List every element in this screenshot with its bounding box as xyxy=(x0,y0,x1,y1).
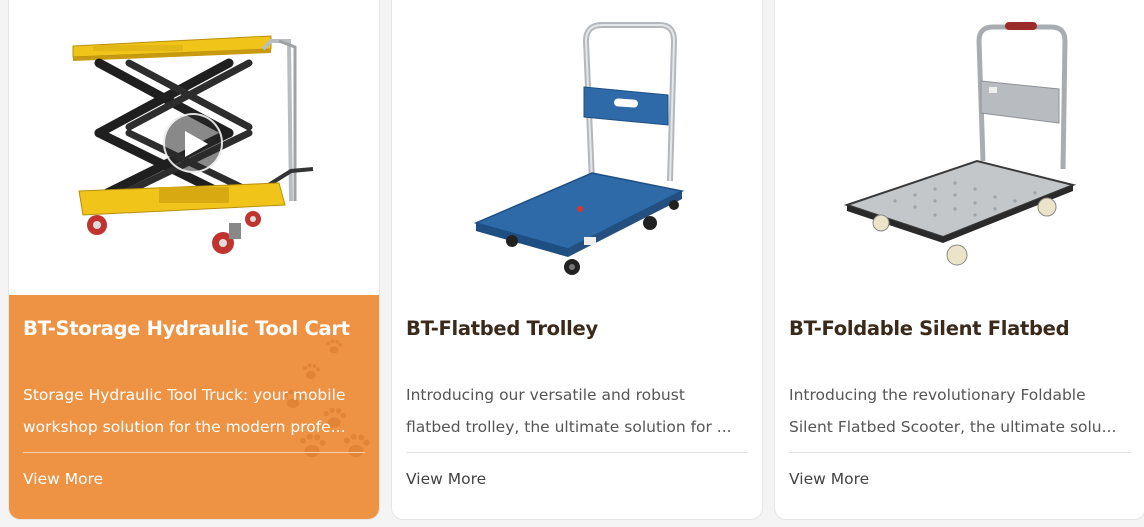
product-image-hydraulic-cart[interactable] xyxy=(9,1,379,285)
product-image-foldable-flatbed[interactable] xyxy=(775,1,1144,285)
divider xyxy=(23,452,365,453)
divider xyxy=(789,452,1131,453)
desc-line-2: Silent Flatbed Scooter, the ultimate sol… xyxy=(789,418,1117,436)
foldable-flatbed-illustration xyxy=(843,22,1077,266)
flatbed-trolley-illustration xyxy=(473,22,685,275)
desc-line-1: Introducing the revolutionary Foldable xyxy=(789,386,1086,404)
card-description: Introducing our versatile and robust fla… xyxy=(406,379,736,443)
card-description: Introducing the revolutionary Foldable S… xyxy=(789,379,1119,443)
card-body: BT-Storage Hydraulic Tool Cart Storage H… xyxy=(9,295,379,519)
divider xyxy=(406,452,748,453)
product-card-foldable-silent-flatbed[interactable]: BT-Foldable Silent Flatbed Introducing t… xyxy=(774,0,1144,520)
product-card-flatbed-trolley[interactable]: BT-Flatbed Trolley Introducing our versa… xyxy=(391,0,763,520)
desc-line-2: workshop solution for the modern profe..… xyxy=(23,418,346,436)
product-card-hydraulic-tool-cart[interactable]: BT-Storage Hydraulic Tool Cart Storage H… xyxy=(8,0,380,520)
view-more-link[interactable]: View More xyxy=(789,470,869,488)
card-body: BT-Foldable Silent Flatbed Introducing t… xyxy=(775,295,1144,519)
play-video-button[interactable] xyxy=(163,113,223,173)
view-more-link[interactable]: View More xyxy=(23,470,103,488)
desc-line-2: flatbed trolley, the ultimate solution f… xyxy=(406,418,732,436)
desc-line-1: Storage Hydraulic Tool Truck: your mobil… xyxy=(23,386,346,404)
card-body: BT-Flatbed Trolley Introducing our versa… xyxy=(392,295,762,519)
card-title[interactable]: BT-Flatbed Trolley xyxy=(406,317,750,340)
play-icon xyxy=(185,131,208,157)
card-title[interactable]: BT-Foldable Silent Flatbed xyxy=(789,317,1133,340)
view-more-link[interactable]: View More xyxy=(406,470,486,488)
desc-line-1: Introducing our versatile and robust xyxy=(406,386,685,404)
card-description: Storage Hydraulic Tool Truck: your mobil… xyxy=(23,379,353,443)
product-image-flatbed-trolley[interactable] xyxy=(392,1,762,285)
